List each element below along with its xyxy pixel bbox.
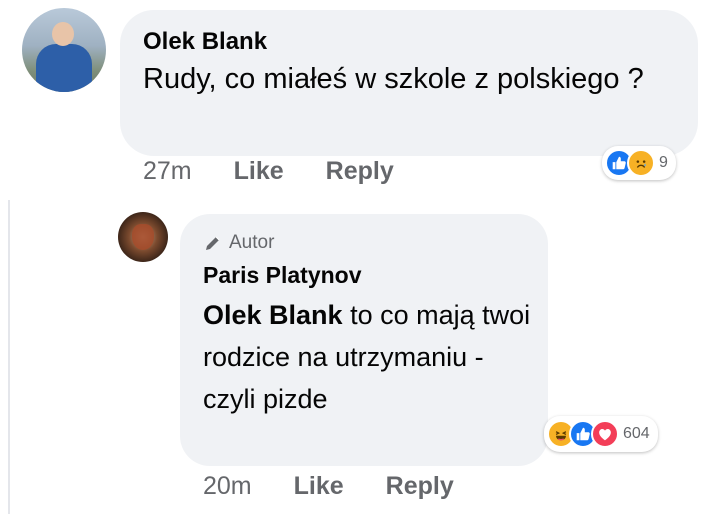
comment-text: Rudy, co miałeś w szkole z polskiego ?: [143, 63, 644, 95]
reply-reactions[interactable]: 604: [544, 416, 658, 452]
love-icon: [591, 420, 619, 448]
comment-timestamp[interactable]: 27m: [143, 157, 192, 186]
avatar-figure-head: [52, 22, 74, 46]
pencil-icon: [206, 236, 220, 250]
sad-icon: [627, 149, 655, 177]
avatar-figure-body: [36, 44, 92, 92]
avatar-olek-blank[interactable]: [22, 8, 106, 92]
comment-author[interactable]: Olek Blank: [143, 28, 267, 56]
reply-reaction-count: 604: [623, 425, 650, 442]
reply-author[interactable]: Paris Platynov: [203, 262, 362, 289]
comment-actions: 27m Like Reply: [143, 157, 436, 186]
reply-timestamp[interactable]: 20m: [203, 472, 252, 501]
thread-divider: [8, 200, 10, 514]
reply-mention[interactable]: Olek Blank: [203, 300, 343, 330]
author-badge: Autor: [203, 232, 274, 254]
reply-text: Olek Blank to co mają twoi rodzice na ut…: [203, 294, 543, 420]
comment-reply-button[interactable]: Reply: [326, 157, 394, 186]
avatar-emblem: [132, 224, 154, 250]
comment-reactions[interactable]: 9: [602, 146, 676, 180]
reply-like-button[interactable]: Like: [294, 472, 344, 501]
reply-actions: 20m Like Reply: [203, 472, 496, 501]
reply-reply-button[interactable]: Reply: [386, 472, 454, 501]
author-badge-label: Autor: [229, 232, 275, 253]
comment-reaction-count: 9: [659, 154, 668, 171]
comment-like-button[interactable]: Like: [234, 157, 284, 186]
avatar-paris-platynov[interactable]: [118, 212, 168, 262]
